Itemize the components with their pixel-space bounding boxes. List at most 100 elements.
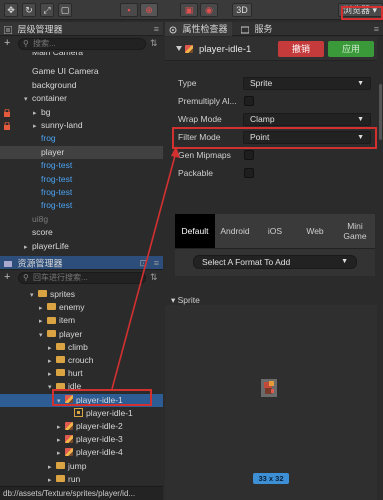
chevron-down-icon[interactable]: ▾	[24, 93, 32, 106]
hierarchy-node[interactable]: background	[0, 79, 163, 92]
chevron-down-icon[interactable]: ▾	[48, 381, 56, 394]
snap-button[interactable]: ◉	[200, 3, 218, 17]
chevron-right-icon[interactable]: ▸	[57, 421, 65, 434]
rect-icon: ▢	[60, 5, 70, 15]
node-label: background	[32, 79, 77, 90]
rotate-icon: ↻	[25, 5, 33, 15]
tab-platform-web[interactable]: Web	[295, 214, 335, 248]
sort-icon[interactable]: ⇅	[150, 272, 160, 283]
asset-item[interactable]: ▸ jump	[0, 460, 163, 473]
asset-item[interactable]: player-idle-1	[0, 407, 163, 420]
asset-item[interactable]: ▸ climb	[0, 341, 163, 354]
chevron-right-icon[interactable]: ▸	[39, 315, 47, 328]
rect-tool-button[interactable]: ▢	[58, 3, 72, 17]
asset-item[interactable]: ▾ player-idle-1	[0, 393, 163, 408]
chevron-right-icon[interactable]: ▸	[33, 120, 41, 133]
sprite-section-header[interactable]: ▾ Sprite	[165, 295, 377, 305]
hierarchy-node[interactable]: frog-test	[0, 199, 163, 212]
size-badge: 33 x 32	[253, 473, 289, 484]
hierarchy-search-input[interactable]: ⚲ 搜索...	[18, 38, 146, 50]
asset-item[interactable]: ▸ player-idle-3	[0, 433, 163, 446]
panel-menu-icon[interactable]: ≡	[374, 22, 379, 36]
hierarchy-node[interactable]: frog	[0, 132, 163, 145]
assets-search-input[interactable]: ⚲ 回车进行搜索...	[18, 272, 146, 284]
tab-platform-default[interactable]: Default	[175, 214, 215, 248]
chevron-right-icon[interactable]: ▸	[33, 107, 41, 120]
asset-item[interactable]: ▾ player	[0, 328, 163, 341]
panel-menu-icon[interactable]: ≡	[154, 256, 159, 270]
move-tool-button[interactable]: ✥	[4, 3, 18, 17]
asset-item[interactable]: ▸ run	[0, 473, 163, 486]
inspector-scrollbar[interactable]	[379, 84, 382, 140]
apply-button[interactable]: 应用	[328, 41, 374, 57]
sort-icon[interactable]: ⇅	[150, 38, 160, 49]
node-label: score	[32, 227, 53, 238]
asset-path-bar: db://assets/Texture/sprites/player/id...	[0, 486, 163, 500]
asset-label: hurt	[68, 368, 83, 379]
premultiply-checkbox[interactable]	[244, 96, 254, 106]
asset-item[interactable]: ▾ sprites	[0, 288, 163, 301]
node-label: bg	[41, 106, 51, 117]
hierarchy-node[interactable]: ▸ playerLife	[0, 240, 163, 253]
chevron-right-icon[interactable]: ▸	[39, 302, 47, 315]
hierarchy-node[interactable]: frog-test	[0, 173, 163, 186]
chevron-down-icon[interactable]: ▾	[39, 329, 47, 342]
asset-item[interactable]: ▸ player-idle-4	[0, 446, 163, 459]
type-select[interactable]: Sprite ▼	[243, 77, 371, 90]
revert-button[interactable]: 撤销	[278, 41, 324, 57]
asset-item[interactable]: ▸ item	[0, 314, 163, 327]
hierarchy-node[interactable]: ▾ container	[0, 92, 163, 105]
tab-services[interactable]: 服务	[237, 22, 277, 36]
chevron-down-icon[interactable]: ▾	[57, 395, 65, 408]
packable-checkbox[interactable]	[244, 168, 254, 178]
mode-3d-button[interactable]: 3D	[232, 3, 252, 17]
hierarchy-node[interactable]: frog-test	[0, 186, 163, 199]
asset-item[interactable]: ▸ crouch	[0, 354, 163, 367]
local-coord-button[interactable]: ▪	[120, 3, 138, 17]
hierarchy-node[interactable]: player	[0, 145, 163, 159]
hierarchy-icon	[4, 25, 12, 34]
gen-mipmaps-checkbox[interactable]	[244, 150, 254, 160]
wrap-mode-select[interactable]: Clamp ▼	[243, 113, 371, 126]
lock-panel-icon[interactable]: ⊡	[139, 256, 147, 270]
chevron-right-icon[interactable]: ▸	[24, 241, 32, 254]
chevron-right-icon[interactable]: ▸	[48, 342, 56, 355]
tab-platform-ios[interactable]: iOS	[255, 214, 295, 248]
chevron-right-icon[interactable]: ▸	[48, 368, 56, 381]
pivot-button[interactable]: ⊕	[140, 3, 158, 17]
hierarchy-node[interactable]: Game UI Camera	[0, 65, 163, 78]
lock-icon[interactable]	[4, 108, 10, 117]
rotate-tool-button[interactable]: ↻	[22, 3, 36, 17]
asset-item[interactable]: ▾ idle	[0, 380, 163, 393]
texture-icon	[65, 421, 73, 430]
chevron-right-icon[interactable]: ▸	[48, 474, 56, 487]
hierarchy-node[interactable]: frog-test	[0, 159, 163, 172]
asset-label: idle	[68, 381, 82, 392]
hierarchy-node[interactable]: ▸ sunny-land	[0, 119, 163, 132]
filter-mode-select[interactable]: Point ▼	[243, 131, 371, 144]
panel-menu-icon[interactable]: ≡	[154, 22, 159, 36]
asset-item[interactable]: ▸ player-idle-2	[0, 420, 163, 433]
chevron-down-icon[interactable]: ▾	[30, 289, 38, 302]
asset-item[interactable]: ▸ hurt	[0, 367, 163, 380]
tab-inspector[interactable]: 属性检查器	[165, 22, 232, 36]
browser-dropdown[interactable]: 浏览器 ▾	[338, 3, 383, 17]
hierarchy-node[interactable]: ui8g	[0, 213, 163, 226]
gear-icon	[169, 26, 177, 34]
assets-panel: 资源管理器 ⊡ ≡ + ⚲ 回车进行搜索... ⇅ ▾ sprites ▸ enemy…	[0, 256, 163, 500]
hierarchy-node[interactable]: score	[0, 226, 163, 239]
asset-item[interactable]: ▸ enemy	[0, 301, 163, 314]
chevron-right-icon[interactable]: ▸	[48, 461, 56, 474]
tab-platform-android[interactable]: Android	[215, 214, 255, 248]
hierarchy-node[interactable]: ▸ bg	[0, 106, 163, 119]
lock-icon[interactable]	[4, 121, 10, 130]
format-select[interactable]: Select A Format To Add ▼	[193, 255, 357, 269]
chevron-right-icon[interactable]: ▸	[57, 434, 65, 447]
gizmo-button[interactable]: ▣	[180, 3, 198, 17]
create-asset-button[interactable]: +	[4, 272, 14, 284]
chevron-right-icon[interactable]: ▸	[57, 447, 65, 460]
add-node-button[interactable]: +	[4, 38, 14, 50]
tab-platform-minigame[interactable]: Mini Game	[335, 214, 375, 248]
scale-tool-button[interactable]: ⤢	[40, 3, 54, 17]
chevron-right-icon[interactable]: ▸	[48, 355, 56, 368]
